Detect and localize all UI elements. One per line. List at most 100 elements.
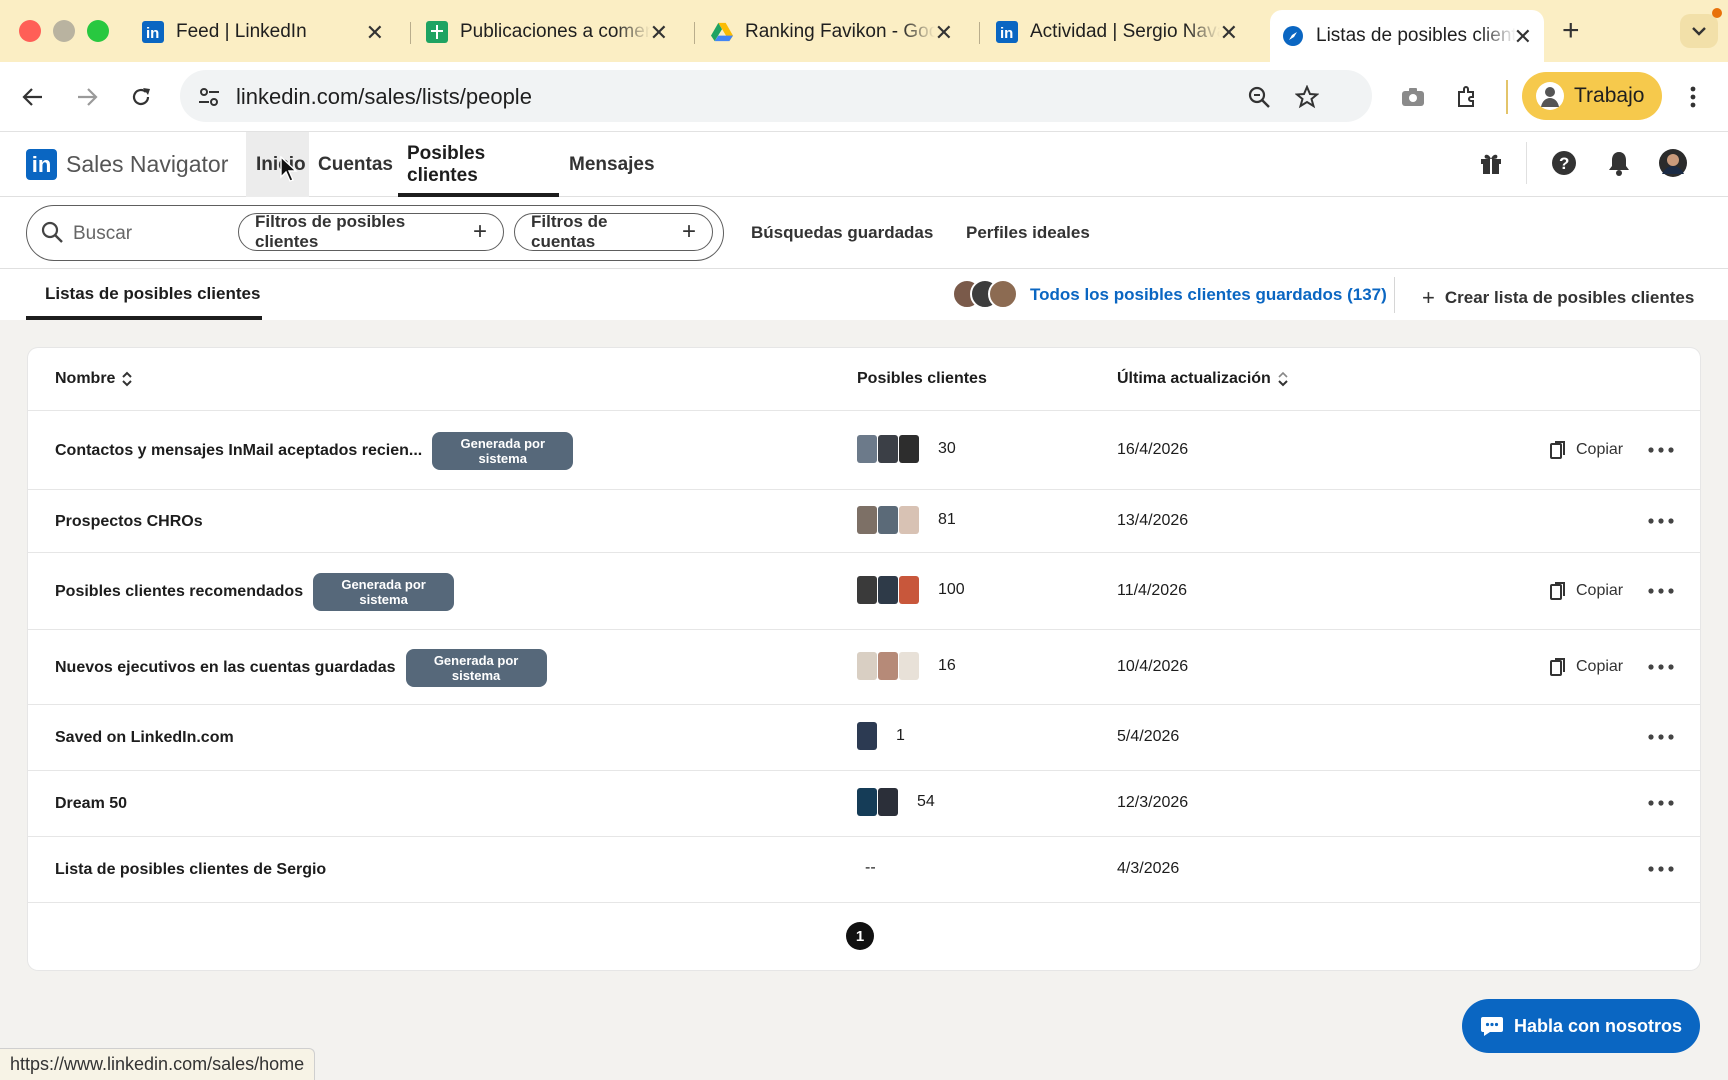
window-close-button[interactable] — [19, 20, 41, 42]
plus-icon: + — [1422, 285, 1435, 310]
help-question-icon[interactable]: ? — [1549, 148, 1579, 178]
nav-inicio[interactable]: Inicio — [246, 132, 309, 197]
avatar — [878, 651, 898, 680]
avatar — [878, 788, 898, 816]
list-name-cell: Saved on LinkedIn.com — [55, 719, 234, 757]
close-tab-icon[interactable]: ✕ — [366, 20, 384, 46]
column-header-updated[interactable]: Última actualización — [1117, 370, 1289, 388]
chat-label: Habla con nosotros — [1513, 1015, 1683, 1036]
last-updated-date: 13/4/2026 — [1117, 511, 1189, 529]
saved-searches-link[interactable]: Búsquedas guardadas — [751, 223, 933, 243]
camera-icon[interactable] — [1396, 80, 1430, 114]
table-row[interactable]: Prospectos CHROs 81 13/4/2026 — [28, 490, 1700, 553]
tab-search-chevron-icon[interactable] — [1680, 14, 1718, 48]
account-filters-button[interactable]: Filtros de cuentas + — [514, 212, 713, 251]
row-more-options-icon[interactable] — [1648, 587, 1674, 594]
lead-count-cell: 30 — [857, 434, 956, 463]
table-row[interactable]: Dream 50 54 12/3/2026 — [28, 771, 1700, 837]
list-name-cell: Nuevos ejecutivos en las cuentas guardad… — [55, 648, 547, 687]
create-lead-list-button[interactable]: + Crear lista de posibles clientes — [1422, 285, 1694, 311]
reload-icon[interactable] — [124, 80, 158, 114]
all-saved-leads-link[interactable]: Todos los posibles clientes guardados (1… — [1030, 285, 1387, 305]
tab-separator — [979, 22, 980, 44]
copy-list-button[interactable]: Copiar — [1550, 440, 1623, 460]
avatar — [878, 505, 898, 534]
ideal-profiles-link[interactable]: Perfiles ideales — [966, 223, 1090, 243]
forward-arrow-icon[interactable] — [70, 80, 104, 114]
zoom-magnifier-icon[interactable] — [1246, 84, 1272, 110]
lead-count-cell: 100 — [857, 575, 965, 604]
browser-tab-ranking-favikon[interactable]: Ranking Favikon - Google Drive ✕ — [711, 12, 965, 52]
lead-filters-button[interactable]: Filtros de posibles clientes + — [238, 212, 504, 251]
new-tab-plus-icon[interactable]: + — [1562, 14, 1580, 48]
nav-posibles-clientes[interactable]: Posibles clientes — [398, 132, 559, 197]
badge-text: sistema — [478, 450, 527, 466]
tab-title: Listas de posibles clientes — [1316, 25, 1516, 46]
lead-count: 54 — [917, 793, 935, 810]
list-name-link[interactable]: Dream 50 — [55, 795, 127, 813]
pagination-page-1[interactable]: 1 — [846, 922, 874, 950]
list-name-link[interactable]: Contactos y mensajes InMail aceptados re… — [55, 442, 422, 460]
lists-subheader: Listas de posibles clientes Todos los po… — [0, 269, 1728, 320]
gift-icon[interactable] — [1476, 148, 1506, 178]
user-avatar[interactable] — [1658, 148, 1688, 178]
nav-mensajes[interactable]: Mensajes — [569, 132, 655, 197]
notifications-bell-icon[interactable] — [1604, 148, 1634, 178]
list-name-link[interactable]: Prospectos CHROs — [55, 513, 203, 531]
list-name-link[interactable]: Saved on LinkedIn.com — [55, 729, 234, 747]
nav-cuentas[interactable]: Cuentas — [318, 132, 393, 197]
column-header-name[interactable]: Nombre — [55, 370, 133, 388]
copy-label: Copiar — [1576, 657, 1624, 675]
list-name-link[interactable]: Lista de posibles clientes de Sergio — [55, 861, 326, 879]
list-name-link[interactable]: Nuevos ejecutivos en las cuentas guardad… — [55, 659, 396, 677]
site-settings-tune-icon[interactable] — [196, 84, 222, 110]
lead-filters-label: Filtros de posibles clientes — [255, 212, 406, 251]
linkedin-logo-icon: in — [26, 149, 57, 180]
browser-tab-actividad[interactable]: in Actividad | Sergio Navarro ✕ — [996, 12, 1250, 52]
avatar — [857, 651, 877, 680]
sales-navigator-logo[interactable]: in Sales Navigator — [26, 149, 228, 180]
tab-lead-lists[interactable]: Listas de posibles clientes — [26, 269, 262, 320]
profile-chip-trabajo[interactable]: Trabajo — [1522, 72, 1662, 120]
row-more-options-icon[interactable] — [1648, 866, 1674, 872]
search-input[interactable]: Buscar — [73, 223, 132, 245]
close-tab-icon[interactable]: ✕ — [935, 20, 953, 46]
browser-menu-kebab-icon[interactable] — [1676, 80, 1710, 114]
browser-tab-publicaciones[interactable]: Publicaciones a comentar ✕ — [426, 12, 680, 52]
row-more-options-icon[interactable] — [1648, 446, 1674, 453]
row-more-options-icon[interactable] — [1648, 663, 1674, 670]
table-row[interactable]: Contactos y mensajes InMail aceptados re… — [28, 411, 1700, 490]
tab-title: Ranking Favikon - Google Drive — [745, 21, 935, 42]
window-minimize-button[interactable] — [53, 20, 75, 42]
copy-list-button[interactable]: Copiar — [1550, 657, 1623, 677]
close-tab-icon[interactable]: ✕ — [1220, 20, 1238, 46]
row-more-options-icon[interactable] — [1648, 734, 1674, 740]
svg-text:in: in — [1000, 25, 1013, 42]
table-row[interactable]: Nuevos ejecutivos en las cuentas guardad… — [28, 630, 1700, 705]
list-name-link[interactable]: Posibles clientes recomendados — [55, 583, 303, 601]
row-more-options-icon[interactable] — [1648, 800, 1674, 806]
chat-with-us-button[interactable]: Habla con nosotros — [1462, 999, 1700, 1053]
back-arrow-icon[interactable] — [16, 80, 50, 114]
browser-tab-feed-linkedin[interactable]: in Feed | LinkedIn ✕ — [142, 12, 396, 52]
browser-tab-strip: in Feed | LinkedIn ✕ Publicaciones a com… — [0, 0, 1728, 62]
table-row[interactable]: Saved on LinkedIn.com 1 5/4/2026 — [28, 705, 1700, 771]
browser-tab-listas-active[interactable]: Listas de posibles clientes ✕ — [1270, 10, 1544, 62]
extensions-puzzle-icon[interactable] — [1450, 80, 1484, 114]
copy-list-button[interactable]: Copiar — [1550, 581, 1623, 601]
table-row[interactable]: Posibles clientes recomendados Generada p… — [28, 553, 1700, 630]
close-tab-icon[interactable]: ✕ — [650, 20, 668, 46]
lead-count-cell: 16 — [857, 651, 956, 680]
table-row[interactable]: Lista de posibles clientes de Sergio -- 4/… — [28, 837, 1700, 903]
mouse-cursor-icon — [280, 156, 298, 182]
column-header-updated-label: Última actualización — [1117, 370, 1271, 387]
url-text[interactable]: linkedin.com/sales/lists/people — [236, 84, 532, 110]
address-bar[interactable]: linkedin.com/sales/lists/people — [180, 70, 1372, 122]
row-more-options-icon[interactable] — [1648, 517, 1674, 524]
window-maximize-button[interactable] — [87, 20, 109, 42]
bookmark-star-icon[interactable] — [1294, 84, 1320, 110]
avatar — [857, 722, 877, 750]
svg-text:?: ? — [1559, 154, 1569, 173]
avatar — [899, 651, 919, 680]
close-tab-icon[interactable]: ✕ — [1514, 24, 1532, 50]
